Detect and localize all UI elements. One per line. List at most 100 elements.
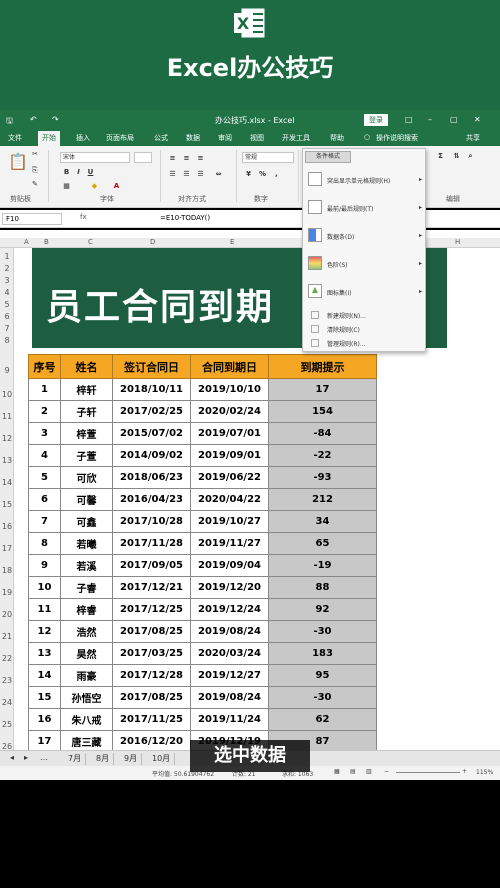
cell-reminder[interactable]: 92 [268, 598, 377, 621]
row-header[interactable]: 7 [0, 324, 14, 333]
row-header[interactable]: 2 [0, 264, 14, 273]
column-header[interactable]: E [230, 238, 234, 248]
cell-expire-date[interactable]: 2020/02/24 [190, 400, 269, 423]
align-middle-icon[interactable]: ≡ [182, 154, 191, 163]
currency-icon[interactable]: ¥ [244, 170, 253, 179]
row-header[interactable]: 13 [0, 456, 14, 465]
row-header[interactable]: 10 [0, 390, 14, 399]
paste-icon[interactable]: 📋 [8, 152, 28, 171]
tab-review[interactable]: 审阅 [218, 133, 232, 143]
cell-sign-date[interactable]: 2016/04/23 [112, 488, 191, 511]
menu-manage-rules[interactable]: 管理规则(R)... [303, 337, 427, 349]
cell-expire-date[interactable]: 2019/10/27 [190, 510, 269, 533]
cell-index[interactable]: 12 [28, 620, 61, 643]
menu-icon-sets[interactable]: ▲ 图标集(I) ▸ [303, 279, 427, 305]
cell-expire-date[interactable]: 2019/06/22 [190, 466, 269, 489]
cell-sign-date[interactable]: 2015/07/02 [112, 422, 191, 445]
cell-name[interactable]: 可鑫 [60, 510, 113, 533]
cell-index[interactable]: 7 [28, 510, 61, 533]
column-header[interactable]: C [88, 238, 93, 248]
tell-me-search[interactable]: 操作说明搜索 [376, 133, 418, 143]
cell-name[interactable]: 子轩 [60, 400, 113, 423]
cell-index[interactable]: 17 [28, 730, 61, 750]
row-header[interactable]: 5 [0, 300, 14, 309]
menu-top-bottom-rules[interactable]: 最前/最后规则(T) ▸ [303, 195, 427, 221]
cell-name[interactable]: 子睿 [60, 576, 113, 599]
row-header[interactable]: 8 [0, 336, 14, 345]
cell-sign-date[interactable]: 2016/12/20 [112, 730, 191, 750]
italic-button[interactable]: I [74, 168, 83, 177]
cell-name[interactable]: 雨豪 [60, 664, 113, 687]
cell-reminder[interactable]: 212 [268, 488, 377, 511]
cell-name[interactable]: 唐三藏 [60, 730, 113, 750]
cell-reminder[interactable]: 95 [268, 664, 377, 687]
row-header[interactable]: 20 [0, 610, 14, 619]
row-header[interactable]: 9 [0, 366, 14, 375]
font-color-icon[interactable]: A [112, 182, 121, 191]
menu-highlight-rules[interactable]: 突出显示单元格规则(H) ▸ [303, 167, 427, 193]
merge-center-icon[interactable]: ⇔ [214, 170, 223, 179]
cell-name[interactable]: 孙悟空 [60, 686, 113, 709]
name-box[interactable]: F10 [2, 213, 62, 225]
tab-help[interactable]: 帮助 [330, 133, 344, 143]
cell-sign-date[interactable]: 2017/02/25 [112, 400, 191, 423]
cell-sign-date[interactable]: 2017/08/25 [112, 686, 191, 709]
cell-sign-date[interactable]: 2017/09/05 [112, 554, 191, 577]
cell-index[interactable]: 1 [28, 378, 61, 401]
cell-reminder[interactable]: 62 [268, 708, 377, 731]
row-header[interactable]: 14 [0, 478, 14, 487]
find-icon[interactable]: ⌕ [466, 152, 475, 161]
row-header[interactable]: 1 [0, 252, 14, 261]
comma-icon[interactable]: , [272, 170, 281, 179]
number-format-select[interactable]: 常规 [242, 152, 294, 163]
align-right-icon[interactable]: ☰ [196, 170, 205, 179]
cell-sign-date[interactable]: 2017/12/21 [112, 576, 191, 599]
cell-index[interactable]: 14 [28, 664, 61, 687]
tab-view[interactable]: 视图 [250, 133, 264, 143]
sheet-tab-oct[interactable]: 10月 [148, 753, 176, 765]
cell-index[interactable]: 2 [28, 400, 61, 423]
share-button[interactable]: 共享 [466, 133, 480, 143]
cell-expire-date[interactable]: 2020/04/22 [190, 488, 269, 511]
menu-color-scales[interactable]: 色阶(S) ▸ [303, 251, 427, 277]
zoom-out-icon[interactable]: − [384, 768, 389, 775]
header-expire-date[interactable]: 合同到期日 [190, 354, 269, 379]
column-header[interactable]: A [24, 238, 29, 248]
cell-index[interactable]: 11 [28, 598, 61, 621]
cut-icon[interactable]: ✂ [32, 150, 38, 158]
cell-sign-date[interactable]: 2018/10/11 [112, 378, 191, 401]
cell-reminder[interactable]: -22 [268, 444, 377, 467]
fill-color-icon[interactable]: ◆ [90, 182, 99, 191]
conditional-format-button[interactable]: 条件格式 [305, 151, 351, 163]
cell-sign-date[interactable]: 2017/11/25 [112, 708, 191, 731]
cell-name[interactable]: 可欣 [60, 466, 113, 489]
more-tabs-icon[interactable]: … [36, 753, 52, 765]
tab-scroll-right-icon[interactable]: ▸ [20, 753, 32, 765]
row-header[interactable]: 11 [0, 412, 14, 421]
underline-button[interactable]: U [86, 168, 95, 177]
cell-reminder[interactable]: -19 [268, 554, 377, 577]
cell-expire-date[interactable]: 2019/09/04 [190, 554, 269, 577]
tab-file[interactable]: 文件 [8, 133, 22, 143]
save-icon[interactable]: 🖫 [6, 115, 13, 129]
tab-formulas[interactable]: 公式 [154, 133, 168, 143]
row-header[interactable]: 17 [0, 544, 14, 553]
tab-scroll-left-icon[interactable]: ◂ [6, 753, 18, 765]
row-header[interactable]: 18 [0, 566, 14, 575]
cell-sign-date[interactable]: 2017/08/25 [112, 620, 191, 643]
cell-reminder[interactable]: -93 [268, 466, 377, 489]
cell-expire-date[interactable]: 2019/09/01 [190, 444, 269, 467]
cell-name[interactable]: 梓萱 [60, 422, 113, 445]
row-header[interactable]: 23 [0, 676, 14, 685]
font-name-select[interactable]: 宋体 [60, 152, 130, 163]
cell-reminder[interactable]: 17 [268, 378, 377, 401]
tab-page-layout[interactable]: 页面布局 [106, 133, 134, 143]
header-index[interactable]: 序号 [28, 354, 61, 379]
cell-expire-date[interactable]: 2019/07/01 [190, 422, 269, 445]
undo-icon[interactable]: ↶ [30, 115, 37, 124]
sheet-tab-jul[interactable]: 7月 [64, 753, 87, 765]
cell-expire-date[interactable]: 2020/03/24 [190, 642, 269, 665]
cell-sign-date[interactable]: 2017/10/28 [112, 510, 191, 533]
row-header[interactable]: 19 [0, 588, 14, 597]
redo-icon[interactable]: ↷ [52, 115, 59, 124]
